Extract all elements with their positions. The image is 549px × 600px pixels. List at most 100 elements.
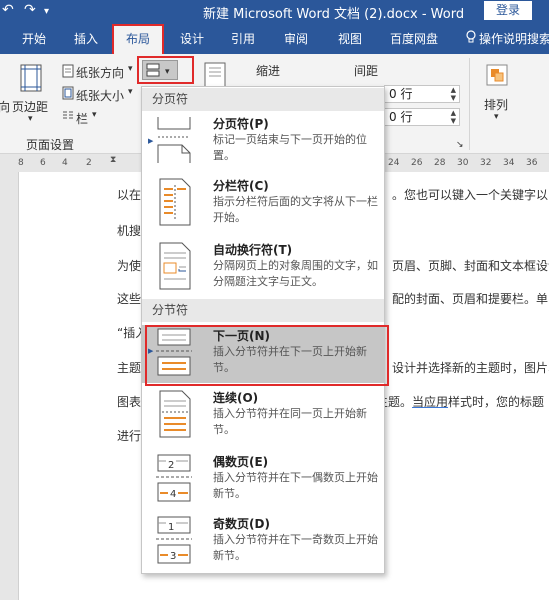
menu-item-description: 插入分节符并在下一偶数页上开始新节。 <box>213 471 378 500</box>
tab-view[interactable]: 视图 <box>330 24 370 54</box>
indent-marker-icon[interactable]: ⧗ <box>110 155 116 165</box>
doc-line-start: 图表 <box>117 395 142 409</box>
menu-item-column-break[interactable]: 分栏符(C) 指示分栏符后面的文字将从下一栏开始。 <box>142 175 384 233</box>
lightbulb-icon <box>466 24 476 54</box>
menu-item-text-wrapping-break[interactable]: 自动换行符(T) 分隔网页上的对象周围的文字，如分隔题注文字与正文。 <box>142 239 384 297</box>
menu-item-title: 自动换行符(T) <box>213 243 293 257</box>
size-dropdown-icon[interactable]: ▾ <box>128 87 133 97</box>
menu-item-description: 分隔网页上的对象周围的文字，如分隔题注文字与正文。 <box>213 259 378 288</box>
tab-references[interactable]: 引用 <box>223 24 263 54</box>
doc-line-start: 主题 <box>117 361 142 375</box>
doc-line-start: 机搜 <box>117 224 142 238</box>
next-page-highlight <box>145 325 389 386</box>
continuous-section-icon <box>159 390 191 438</box>
menu-item-title: 连续(O) <box>213 391 259 405</box>
doc-text: 样式时，您的标题 <box>448 395 545 409</box>
size-button[interactable]: 纸张大小 <box>76 87 124 104</box>
margins-button[interactable]: 页边距 <box>12 98 48 115</box>
spacing-before-input[interactable]: 0 行 ▲ ▼ <box>384 85 460 103</box>
ribbon-tabs: 开始 插入 布局 设计 引用 审阅 视图 百度网盘 操作说明搜索 <box>0 24 549 54</box>
tab-layout[interactable]: 布局 <box>112 24 164 54</box>
ruler-tick: 2 <box>86 158 92 168</box>
ruler-tick: 26 <box>411 158 423 168</box>
menu-item-description: 指示分栏符后面的文字将从下一栏开始。 <box>213 195 378 224</box>
paragraph-dialog-launcher-icon[interactable]: ↘ <box>456 140 464 150</box>
menu-item-description: 插入分节符并在下一奇数页上开始新节。 <box>213 533 378 562</box>
page-break-icon <box>157 117 191 163</box>
tab-design[interactable]: 设计 <box>172 24 212 54</box>
ruler-tick: 36 <box>526 158 538 168</box>
tab-insert[interactable]: 插入 <box>66 24 106 54</box>
tell-me-label: 操作说明搜索 <box>479 32 549 46</box>
menu-section-page-breaks: 分页符 <box>142 88 384 111</box>
even-page-section-icon: 2 4 <box>156 454 192 502</box>
menu-item-even-page[interactable]: 2 4 偶数页(E) 插入分节符并在下一偶数页上开始新节。 <box>142 451 384 509</box>
doc-line-end: 主题。当应用样式时，您的标题 <box>376 393 544 410</box>
odd-page-section-icon: 1 3 <box>156 516 192 564</box>
orientation-button[interactable]: 纸张方向 <box>76 64 124 81</box>
spacing-label: 间距 <box>354 64 379 78</box>
menu-item-title: 分页符(P) <box>213 117 269 131</box>
doc-line-end: 页眉、页脚、封面和文本框设计 <box>392 259 549 273</box>
svg-text:4: 4 <box>170 489 176 500</box>
menu-item-title: 偶数页(E) <box>213 455 269 469</box>
arrange-icon[interactable] <box>486 64 508 89</box>
columns-dropdown-icon[interactable]: ▾ <box>92 110 97 120</box>
spacing-after-value: 0 行 <box>389 110 413 124</box>
text-wrapping-break-icon <box>159 242 191 290</box>
redo-icon[interactable]: ↷ <box>24 2 36 18</box>
margins-dropdown-icon[interactable]: ▾ <box>28 114 33 124</box>
text-direction-label[interactable]: 向 <box>0 98 10 115</box>
menu-section-section-breaks: 分节符 <box>142 299 384 322</box>
tab-baidu-netdisk[interactable]: 百度网盘 <box>384 24 444 54</box>
doc-line-end: 配的封面、页眉和提要栏。单 <box>392 292 549 306</box>
doc-line-start: 进行 <box>117 429 142 443</box>
spacing-before-spinner-icon[interactable]: ▲ ▼ <box>451 86 456 102</box>
ruler-tick: 6 <box>40 158 46 168</box>
doc-line-start: 这些 <box>117 292 142 306</box>
ruler-tick: 30 <box>457 158 469 168</box>
menu-item-continuous[interactable]: 连续(O) 插入分节符并在同一页上开始新节。 <box>142 387 384 445</box>
quick-access-dropdown-icon[interactable]: ▾ <box>44 6 49 17</box>
ruler-tick: 28 <box>434 158 446 168</box>
undo-icon[interactable]: ↶ <box>2 2 14 18</box>
tab-review[interactable]: 审阅 <box>276 24 316 54</box>
doc-line-end: 设计并选择新的主题时，图片、 <box>392 361 549 375</box>
ruler-tick: 32 <box>480 158 492 168</box>
spacing-before-value: 0 行 <box>389 87 413 101</box>
tell-me-search[interactable]: 操作说明搜索 <box>466 24 549 54</box>
spacing-after-input[interactable]: 0 行 ▲ ▼ <box>384 108 460 126</box>
ruler-tick: 4 <box>62 158 68 168</box>
pointer-icon: ▶ <box>148 137 154 145</box>
login-button[interactable]: 登录 <box>484 1 532 20</box>
margins-icon[interactable] <box>20 64 42 95</box>
ruler-tick: 34 <box>503 158 515 168</box>
ruler-tick: 8 <box>18 158 24 168</box>
arrange-dropdown-icon[interactable]: ▾ <box>494 112 499 122</box>
spacing-after-spinner-icon[interactable]: ▲ ▼ <box>451 109 456 125</box>
size-icon <box>62 86 74 103</box>
group-separator <box>469 58 470 150</box>
menu-item-description: 标记一页结束与下一页开始的位置。 <box>213 133 367 162</box>
svg-text:3: 3 <box>170 551 176 562</box>
menu-item-odd-page[interactable]: 1 3 奇数页(D) 插入分节符并在下一奇数页上开始新节。 <box>142 513 384 571</box>
doc-text-underlined: 当应用 <box>412 395 449 409</box>
orientation-dropdown-icon[interactable]: ▾ <box>128 64 133 74</box>
doc-line-start: 以在 <box>117 188 142 202</box>
menu-item-description: 插入分节符并在同一页上开始新节。 <box>213 407 367 436</box>
doc-line-end: 。您也可以键入一个关键字以 <box>392 188 549 202</box>
indent-label: 缩进 <box>256 64 281 78</box>
columns-button[interactable]: 栏 <box>76 110 88 127</box>
doc-line-start: 为使 <box>117 259 142 273</box>
group-page-setup-label: 页面设置 <box>26 138 75 152</box>
menu-item-page-break[interactable]: ▶ 分页符(P) 标记一页结束与下一页开始的位置。 <box>142 113 384 171</box>
breaks-button-highlight <box>137 56 194 84</box>
column-break-icon <box>159 178 191 226</box>
arrange-button[interactable]: 排列 <box>484 96 508 113</box>
svg-text:2: 2 <box>168 460 174 471</box>
ruler-tick: 24 <box>388 158 400 168</box>
columns-icon <box>62 110 74 125</box>
title-bar: ↶ ↷ ▾ 新建 Microsoft Word 文档 (2).docx - Wo… <box>0 0 549 24</box>
tab-home[interactable]: 开始 <box>14 24 54 54</box>
orientation-icon <box>62 64 74 81</box>
